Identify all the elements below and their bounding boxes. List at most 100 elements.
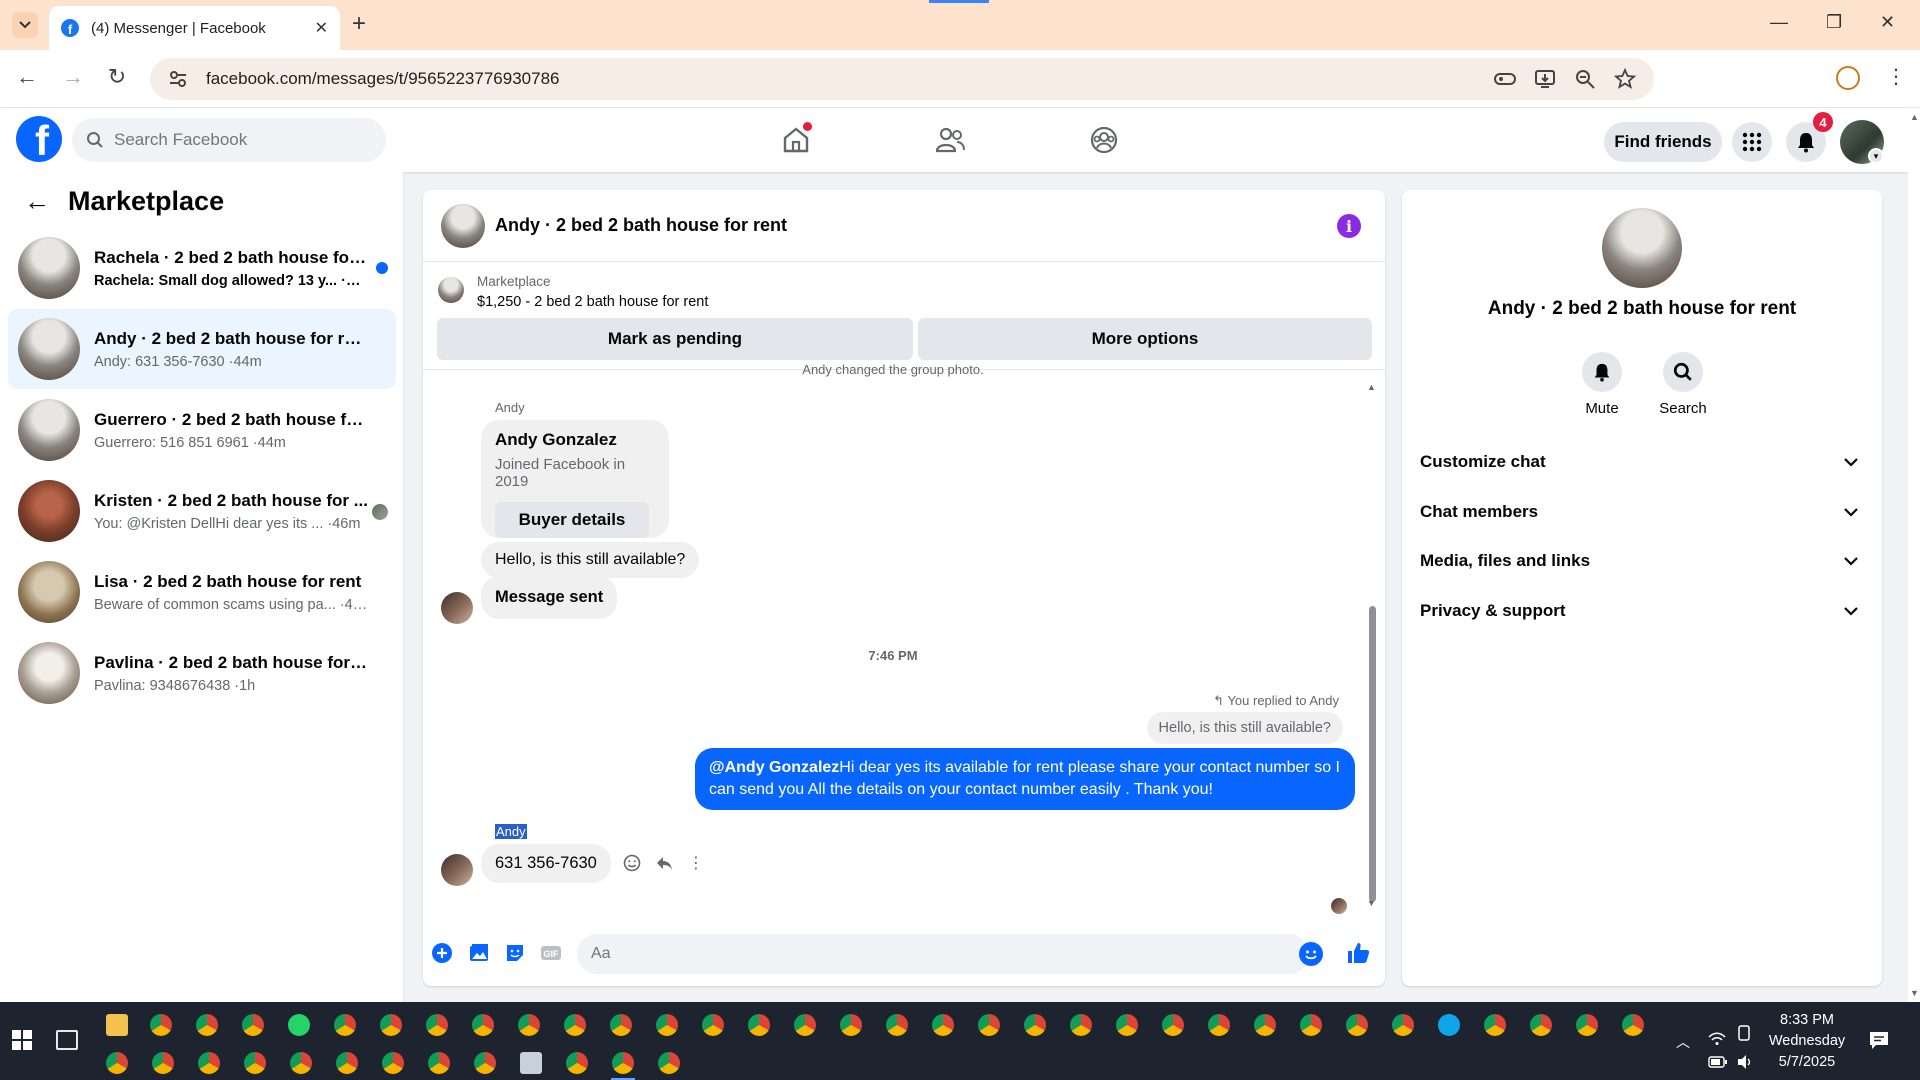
conversation-andy[interactable]: Andy · 2 bed 2 bath house for rent Andy:… (8, 309, 396, 389)
chrome-icon[interactable] (1024, 1014, 1046, 1036)
customize-chat-row[interactable]: Customize chat (1420, 438, 1866, 486)
facebook-search-input[interactable] (114, 130, 364, 150)
chrome-icon[interactable] (1070, 1014, 1092, 1036)
reload-icon[interactable]: ↻ (102, 64, 132, 90)
chrome-icon[interactable] (380, 1014, 402, 1036)
react-emoji-icon[interactable] (623, 854, 641, 872)
message-bubble[interactable]: Hello, is this still available? (481, 542, 700, 578)
facebook-search[interactable] (72, 118, 386, 162)
chrome-icon[interactable] (932, 1014, 954, 1036)
browser-tab-messenger[interactable]: f (4) Messenger | Facebook ✕ (49, 6, 340, 50)
phone-number-message[interactable]: 631 356-7630 (481, 844, 611, 883)
plus-circle-icon[interactable] (431, 942, 453, 964)
file-explorer-icon[interactable] (106, 1014, 128, 1036)
mark-as-pending-button[interactable]: Mark as pending (437, 318, 913, 360)
chrome-icon[interactable] (658, 1052, 680, 1074)
chrome-icon[interactable] (196, 1014, 218, 1036)
tray-overflow-icon[interactable]: ︿ (1676, 1032, 1690, 1052)
emoji-icon[interactable] (1299, 942, 1323, 966)
scroll-thumb[interactable] (1369, 606, 1376, 902)
battery-icon[interactable] (1708, 1056, 1728, 1068)
site-settings-icon[interactable] (168, 69, 188, 89)
conversation-guerrero[interactable]: Guerrero · 2 bed 2 bath house for ... Gu… (8, 390, 396, 470)
password-key-icon[interactable] (1494, 68, 1516, 90)
gif-icon[interactable]: GIF (540, 942, 562, 964)
conversation-pavlina[interactable]: Pavlina · 2 bed 2 bath house for rent Pa… (8, 633, 396, 713)
chrome-icon[interactable] (1576, 1014, 1598, 1036)
scroll-down-icon[interactable]: ▼ (1367, 898, 1376, 908)
buyer-details-button[interactable]: Buyer details (495, 502, 649, 538)
chrome-icon[interactable] (566, 1052, 588, 1074)
chrome-icon[interactable] (886, 1014, 908, 1036)
notification-center-icon[interactable] (1868, 1030, 1890, 1050)
chrome-icon[interactable] (1392, 1014, 1414, 1036)
chrome-icon[interactable] (106, 1052, 128, 1074)
chrome-icon[interactable] (336, 1052, 358, 1074)
chrome-icon[interactable] (978, 1014, 1000, 1036)
chrome-icon[interactable] (426, 1014, 448, 1036)
search-action[interactable]: Search (1643, 352, 1723, 417)
chrome-icon[interactable] (290, 1052, 312, 1074)
chrome-icon[interactable] (702, 1014, 724, 1036)
minimize-icon[interactable]: — (1770, 12, 1788, 33)
back-icon[interactable]: ← (12, 64, 42, 90)
restore-icon[interactable]: ❐ (1826, 12, 1842, 33)
chrome-icon[interactable] (656, 1014, 678, 1036)
more-actions-icon[interactable]: ⋮ (687, 854, 705, 872)
chrome-icon[interactable] (840, 1014, 862, 1036)
chrome-icon[interactable] (748, 1014, 770, 1036)
mute-action[interactable]: Mute (1562, 352, 1642, 417)
find-friends-button[interactable]: Find friends (1604, 122, 1722, 162)
chrome-icon[interactable] (1162, 1014, 1184, 1036)
sender-avatar[interactable] (441, 592, 473, 624)
device-icon[interactable] (1736, 1024, 1752, 1042)
tab-close-icon[interactable]: ✕ (315, 18, 328, 38)
chrome-icon[interactable] (382, 1052, 404, 1074)
quoted-message[interactable]: Hello, is this still available? (1146, 712, 1343, 744)
chrome-icon[interactable] (794, 1014, 816, 1036)
address-bar[interactable]: facebook.com/messages/t/9565223776930786 (150, 58, 1654, 100)
conversation-lisa[interactable]: Lisa · 2 bed 2 bath house for rent Bewar… (8, 552, 396, 632)
windows-start-icon[interactable] (12, 1030, 32, 1050)
conversation-kristen[interactable]: Kristen · 2 bed 2 bath house for ... You… (8, 471, 396, 551)
forward-icon[interactable]: → (58, 64, 88, 90)
back-arrow-icon[interactable]: ← (24, 186, 50, 217)
network-icon[interactable] (1708, 1032, 1726, 1046)
conversation-rachela[interactable]: Rachela · 2 bed 2 bath house for ... Rac… (8, 228, 396, 308)
groups-nav[interactable] (1086, 122, 1122, 158)
chrome-icon[interactable] (244, 1052, 266, 1074)
chrome-icon[interactable] (1116, 1014, 1138, 1036)
outgoing-message-bubble[interactable]: @Andy GonzalezHi dear yes its available … (695, 748, 1355, 810)
install-app-icon[interactable] (1534, 68, 1556, 90)
chrome-icon[interactable] (610, 1014, 632, 1036)
chat-info-thumbnail[interactable] (1602, 208, 1682, 288)
window-close-icon[interactable]: ✕ (1880, 12, 1895, 33)
chrome-icon[interactable] (1254, 1014, 1276, 1036)
privacy-support-row[interactable]: Privacy & support (1420, 587, 1866, 635)
chrome-icon[interactable] (150, 1014, 172, 1036)
account-chevron-down-icon[interactable]: ▾ (1868, 148, 1884, 164)
chrome-icon[interactable] (198, 1052, 220, 1074)
chrome-icon[interactable] (564, 1014, 586, 1036)
chrome-icon[interactable] (474, 1052, 496, 1074)
new-tab-icon[interactable]: + (352, 10, 366, 38)
reply-icon[interactable] (655, 854, 673, 872)
facebook-logo[interactable]: f (16, 116, 62, 162)
chat-thumbnail[interactable] (441, 203, 485, 248)
photo-icon[interactable] (468, 942, 490, 964)
message-input[interactable] (577, 934, 1309, 974)
chat-title[interactable]: Andy · 2 bed 2 bath house for rent (495, 215, 787, 236)
app-window-icon[interactable] (520, 1052, 542, 1074)
browser-profile-icon[interactable] (1836, 66, 1860, 90)
listing-price-title[interactable]: $1,250 - 2 bed 2 bath house for rent (477, 294, 708, 310)
menu-grid-button[interactable] (1732, 122, 1772, 162)
zoom-icon[interactable] (1574, 68, 1596, 90)
media-files-links-row[interactable]: Media, files and links (1420, 537, 1866, 585)
system-clock[interactable]: 8:33 PM Wednesday 5/7/2025 (1762, 1010, 1852, 1073)
chrome-icon[interactable] (518, 1014, 540, 1036)
thread-scrollbar[interactable]: ▲ ▼ (1367, 382, 1377, 912)
message-thread[interactable]: Andy changed the group photo. Andy Andy … (423, 362, 1385, 914)
thumbs-up-icon[interactable] (1345, 940, 1371, 966)
page-scroll-down-icon[interactable]: ▼ (1910, 988, 1919, 998)
chrome-icon[interactable] (472, 1014, 494, 1036)
